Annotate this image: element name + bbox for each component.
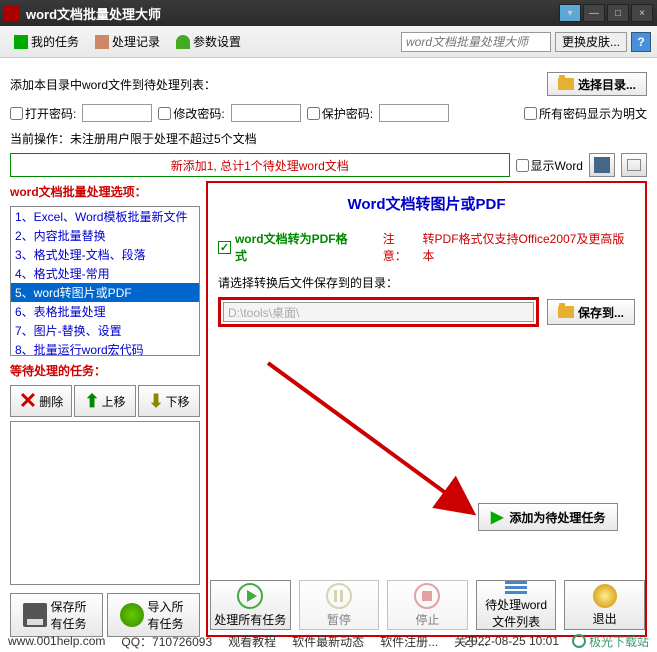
- path-input[interactable]: [223, 302, 534, 322]
- import-all-button[interactable]: 导入所有任务: [107, 593, 200, 637]
- open-pw-check[interactable]: 打开密码:: [10, 105, 76, 122]
- play-icon: [14, 35, 28, 49]
- dir-label: 请选择转换后文件保存到的目录：: [218, 274, 635, 291]
- add-task-button[interactable]: ▶ 添加为待处理任务: [478, 503, 618, 531]
- save-icon-button[interactable]: [589, 153, 615, 177]
- option-item[interactable]: 4、格式处理-常用: [11, 264, 199, 283]
- status-text: 新添加1, 总计1个待处理word文档: [10, 153, 510, 177]
- protect-pw-input[interactable]: [379, 104, 449, 122]
- status-line: www.001help.com QQ：710726093 观看教程 软件最新动态…: [8, 632, 649, 650]
- options-header: word文档批量处理选项：: [10, 181, 200, 202]
- exit-button[interactable]: 退出: [564, 580, 645, 630]
- option-item-selected[interactable]: 5、word转图片或PDF: [11, 283, 199, 302]
- play-icon: [237, 583, 263, 609]
- save-all-button[interactable]: 保存所有任务: [10, 593, 103, 637]
- options-list[interactable]: 1、Excel、Word模板批量新文件 2、内容批量替换 3、格式处理-文档、段…: [10, 206, 200, 356]
- close-button[interactable]: ×: [631, 4, 653, 22]
- skin-button[interactable]: 更换皮肤...: [555, 32, 627, 52]
- window-icon: [627, 159, 641, 171]
- checkbox-icon[interactable]: ✓: [218, 241, 231, 254]
- url-label[interactable]: www.001help.com: [8, 634, 105, 648]
- option-item[interactable]: 7、图片-替换、设置: [11, 321, 199, 340]
- import-icon: [120, 603, 144, 627]
- tree-icon: [176, 35, 190, 49]
- qq-label: QQ：710726093: [121, 633, 212, 650]
- process-all-button[interactable]: 处理所有任务: [210, 580, 291, 630]
- path-highlight: [218, 297, 539, 327]
- open-pw-input[interactable]: [82, 104, 152, 122]
- pending-header: 等待处理的任务：: [10, 360, 200, 381]
- panel-title: Word文档转图片或PDF: [218, 193, 635, 214]
- right-panel: Word文档转图片或PDF ✓ word文档转为PDF格式 注意： 转PDF格式…: [206, 181, 647, 637]
- pdf-check-label: word文档转为PDF格式: [235, 230, 359, 264]
- tab-settings[interactable]: 参数设置: [168, 29, 249, 54]
- option-item[interactable]: 3、格式处理-文档、段落: [11, 245, 199, 264]
- option-item[interactable]: 1、Excel、Word模板批量新文件: [11, 207, 199, 226]
- news-link[interactable]: 软件最新动态: [292, 633, 364, 650]
- watermark: 极光下载站: [572, 633, 649, 650]
- option-item[interactable]: 2、内容批量替换: [11, 226, 199, 245]
- titlebar: word文档批量处理大师 ▾ — □ ×: [0, 0, 657, 26]
- arrow-down-icon: ⬇: [148, 391, 163, 412]
- folder-icon: [558, 306, 574, 318]
- minimize-button[interactable]: —: [583, 4, 605, 22]
- modify-pw-input[interactable]: [231, 104, 301, 122]
- time-label: 2022-08-25 10:01: [464, 634, 559, 648]
- protect-pw-check[interactable]: 保护密码:: [307, 105, 373, 122]
- help-button[interactable]: ?: [631, 32, 651, 52]
- tab-history[interactable]: 处理记录: [87, 29, 168, 54]
- main-toolbar: 我的任务 处理记录 参数设置 更换皮肤... ?: [0, 26, 657, 58]
- stop-button[interactable]: 停止: [387, 580, 468, 630]
- disk-icon: [23, 603, 47, 627]
- x-icon: ✕: [19, 388, 37, 414]
- app-title: word文档批量处理大师: [26, 4, 559, 23]
- save-to-button[interactable]: 保存到...: [547, 299, 635, 325]
- pending-list-button[interactable]: 待处理word文件列表: [476, 580, 557, 630]
- extra-button[interactable]: ▾: [559, 4, 581, 22]
- note-text: 转PDF格式仅支持Office2007及更高版本: [423, 230, 635, 264]
- tutorial-link[interactable]: 观看教程: [228, 633, 276, 650]
- arrow-up-icon: ⬆: [84, 391, 99, 412]
- annotation-arrow: [258, 353, 498, 533]
- briefcase-icon: [95, 35, 109, 49]
- current-op-label: 当前操作：未注册用户限于处理不超过5个文档: [10, 130, 647, 147]
- option-item[interactable]: 6、表格批量处理: [11, 302, 199, 321]
- disk-icon: [594, 157, 610, 173]
- pause-button[interactable]: 暂停: [299, 580, 380, 630]
- select-dir-button[interactable]: 选择目录...: [547, 72, 647, 96]
- folder-icon: [558, 78, 574, 90]
- move-down-button[interactable]: ⬇下移: [138, 385, 200, 417]
- search-input[interactable]: [401, 32, 551, 52]
- play-icon: ▶: [491, 507, 503, 527]
- logo-icon: [572, 634, 586, 648]
- pause-icon: [326, 583, 352, 609]
- window-buttons: ▾ — □ ×: [559, 4, 653, 22]
- delete-button[interactable]: ✕删除: [10, 385, 72, 417]
- maximize-button[interactable]: □: [607, 4, 629, 22]
- pending-list[interactable]: [10, 421, 200, 585]
- option-item[interactable]: 8、批量运行word宏代码: [11, 340, 199, 356]
- show-plain-check[interactable]: 所有密码显示为明文: [524, 105, 647, 122]
- footer-buttons: 处理所有任务 暂停 停止 待处理word文件列表 退出: [210, 580, 645, 630]
- exit-icon: [593, 584, 617, 608]
- stop-icon: [414, 583, 440, 609]
- modify-pw-check[interactable]: 修改密码:: [158, 105, 224, 122]
- move-up-button[interactable]: ⬆上移: [74, 385, 136, 417]
- list-icon: [505, 581, 527, 594]
- note-prefix: 注意：: [383, 230, 419, 264]
- window-icon-button[interactable]: [621, 153, 647, 177]
- register-link[interactable]: 软件注册...: [380, 633, 438, 650]
- show-word-check[interactable]: 显示Word: [516, 157, 583, 174]
- add-dir-label: 添加本目录中word文件到待处理列表：: [10, 76, 216, 93]
- app-icon: [4, 5, 20, 21]
- tab-my-tasks[interactable]: 我的任务: [6, 29, 87, 54]
